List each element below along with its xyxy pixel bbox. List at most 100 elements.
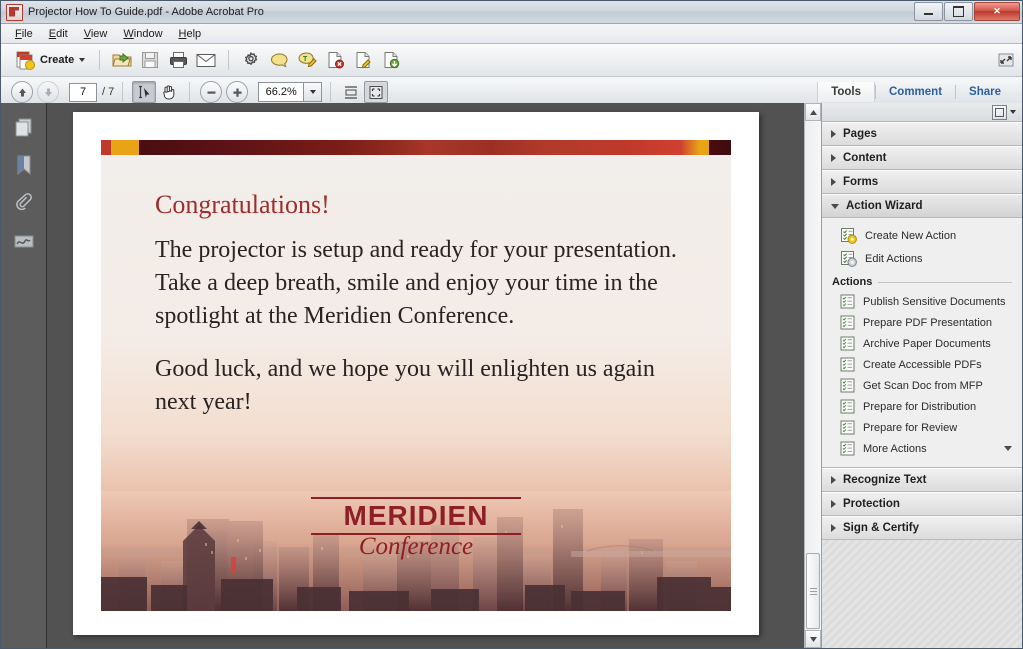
- chevron-down-icon[interactable]: [1004, 446, 1012, 451]
- minimize-button[interactable]: [914, 2, 943, 21]
- action-item-create-accessible-pdfs[interactable]: Create Accessible PDFs: [822, 354, 1022, 375]
- action-item-more-actions[interactable]: More Actions: [822, 438, 1022, 459]
- save-icon[interactable]: [138, 48, 162, 72]
- document-refresh-icon[interactable]: [379, 48, 403, 72]
- sidebar-item-protection[interactable]: Protection: [822, 492, 1022, 516]
- slide-text-block: Congratulations! The projector is setup …: [155, 190, 701, 439]
- menu-bar: File Edit View Window Help: [1, 24, 1022, 44]
- action-item-label: Create Accessible PDFs: [863, 359, 982, 371]
- zoom-out-icon[interactable]: [200, 81, 222, 103]
- create-new-action-label: Create New Action: [865, 230, 956, 242]
- previous-page-icon[interactable]: [11, 81, 33, 103]
- document-view: Congratulations! The projector is setup …: [47, 103, 821, 648]
- tab-share[interactable]: Share: [956, 82, 1014, 102]
- panel-empty-area: [822, 540, 1022, 648]
- vertical-scrollbar[interactable]: [804, 103, 821, 648]
- action-wizard-content: Create New Action Edit Actions: [822, 218, 1022, 468]
- window-controls: ✕: [914, 2, 1020, 21]
- create-button[interactable]: Create: [9, 48, 91, 72]
- close-button[interactable]: ✕: [974, 2, 1020, 21]
- print-icon[interactable]: [166, 48, 190, 72]
- action-item-publish-sensitive-documents[interactable]: Publish Sensitive Documents: [822, 291, 1022, 312]
- tab-tools[interactable]: Tools: [817, 82, 875, 102]
- tab-comment[interactable]: Comment: [876, 82, 955, 102]
- email-icon[interactable]: [194, 48, 218, 72]
- action-checklist-icon: [840, 315, 855, 330]
- sidebar-item-label: Sign & Certify: [843, 522, 919, 534]
- bookmarks-icon[interactable]: [12, 153, 36, 177]
- select-tool-icon[interactable]: [132, 81, 156, 103]
- panel-options-icon[interactable]: [992, 105, 1007, 120]
- logo-wordmark: MERIDIEN: [311, 501, 521, 531]
- fit-width-icon[interactable]: [340, 82, 362, 102]
- action-checklist-icon: [840, 441, 855, 456]
- action-item-label: Publish Sensitive Documents: [863, 296, 1005, 308]
- toolbar-separator-1: [99, 50, 100, 70]
- create-new-action-item[interactable]: Create New Action: [822, 224, 1022, 247]
- acrobat-window: Projector How To Guide.pdf - Adobe Acrob…: [0, 0, 1023, 649]
- sidebar-item-forms[interactable]: Forms: [822, 170, 1022, 194]
- sidebar-item-pages[interactable]: Pages: [822, 122, 1022, 146]
- menu-file[interactable]: File: [7, 26, 41, 42]
- actions-header-rule: [878, 282, 1012, 283]
- action-item-get-scan-doc-from-mfp[interactable]: Get Scan Doc from MFP: [822, 375, 1022, 396]
- action-item-prepare-for-review[interactable]: Prepare for Review: [822, 417, 1022, 438]
- chevron-right-icon: [831, 476, 836, 484]
- toolbar-separator-2: [228, 50, 229, 70]
- fit-page-icon[interactable]: [364, 81, 388, 103]
- comment-balloon-icon[interactable]: [267, 48, 291, 72]
- scroll-up-button[interactable]: [805, 103, 821, 121]
- attachments-icon[interactable]: [12, 191, 36, 215]
- pdf-page: Congratulations! The projector is setup …: [73, 112, 759, 635]
- sidebar-item-content[interactable]: Content: [822, 146, 1022, 170]
- chevron-down-icon: [79, 58, 85, 62]
- chevron-down-icon[interactable]: [1010, 110, 1016, 114]
- zoom-dropdown-button[interactable]: [304, 82, 322, 102]
- page-number-input[interactable]: 7: [69, 83, 97, 102]
- action-item-label: Archive Paper Documents: [863, 338, 991, 350]
- hand-tool-icon[interactable]: [158, 82, 180, 102]
- actions-header-label: Actions: [832, 276, 872, 288]
- action-checklist-icon: [840, 336, 855, 351]
- edit-actions-label: Edit Actions: [865, 253, 922, 265]
- chevron-right-icon: [831, 130, 836, 138]
- menu-view[interactable]: View: [76, 26, 116, 42]
- action-item-prepare-for-distribution[interactable]: Prepare for Distribution: [822, 396, 1022, 417]
- scroll-down-button[interactable]: [805, 630, 821, 648]
- action-checklist-icon: [840, 294, 855, 309]
- logo-subtitle: Conference: [311, 533, 521, 561]
- menu-edit[interactable]: Edit: [41, 26, 76, 42]
- title-bar: Projector How To Guide.pdf - Adobe Acrob…: [1, 1, 1022, 24]
- sidebar-item-recognize-text[interactable]: Recognize Text: [822, 468, 1022, 492]
- menu-window[interactable]: Window: [115, 26, 170, 42]
- page-thumbnails-icon[interactable]: [12, 115, 36, 139]
- action-item-label: Prepare for Review: [863, 422, 957, 434]
- menu-help[interactable]: Help: [171, 26, 210, 42]
- maximize-button[interactable]: [944, 2, 973, 21]
- action-checklist-icon: [840, 378, 855, 393]
- signatures-icon[interactable]: [12, 229, 36, 253]
- zoom-in-icon[interactable]: [226, 81, 248, 103]
- open-file-icon[interactable]: [110, 48, 134, 72]
- slide-content: Congratulations! The projector is setup …: [101, 140, 731, 611]
- document-edit-icon[interactable]: [351, 48, 375, 72]
- navigation-pane: [1, 103, 47, 648]
- chevron-right-icon: [831, 500, 836, 508]
- next-page-icon[interactable]: [37, 81, 59, 103]
- document-delete-icon[interactable]: [323, 48, 347, 72]
- paragraph-2: Good luck, and we hope you will enlighte…: [155, 353, 701, 419]
- action-item-archive-paper-documents[interactable]: Archive Paper Documents: [822, 333, 1022, 354]
- scroll-thumb[interactable]: [806, 553, 820, 629]
- zoom-level-input[interactable]: 66.2%: [258, 82, 304, 102]
- page-title: Congratulations!: [155, 190, 701, 220]
- sidebar-item-action-wizard[interactable]: Action Wizard: [822, 194, 1022, 218]
- sidebar-item-sign-certify[interactable]: Sign & Certify: [822, 516, 1022, 540]
- create-label: Create: [40, 54, 74, 66]
- collapse-toolbar-icon[interactable]: [996, 50, 1016, 70]
- text-edit-icon[interactable]: T: [295, 48, 319, 72]
- tools-panel: Pages Content Forms Action Wizard: [821, 103, 1022, 648]
- edit-actions-item[interactable]: Edit Actions: [822, 247, 1022, 270]
- action-item-prepare-pdf-presentation[interactable]: Prepare PDF Presentation: [822, 312, 1022, 333]
- window-body: Congratulations! The projector is setup …: [1, 103, 1022, 648]
- gear-icon[interactable]: [239, 48, 263, 72]
